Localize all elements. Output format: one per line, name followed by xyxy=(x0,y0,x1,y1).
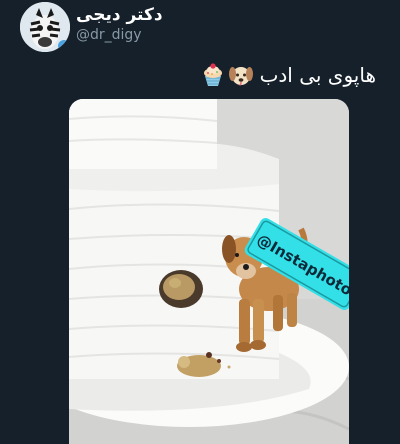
tweet-header: دکتر دیجی @dr_digy xyxy=(0,0,400,52)
avatar[interactable] xyxy=(20,2,70,52)
zebra-avatar-icon xyxy=(20,2,70,52)
cupcake-emoji-icon xyxy=(203,63,222,86)
author-display-name[interactable]: دکتر دیجی xyxy=(76,5,163,25)
tweet-text: هاپوی بی ادب xyxy=(200,58,376,92)
tweet-media-photo[interactable]: @Instaphoto xyxy=(69,99,349,444)
tweet-text-body: هاپوی بی ادب xyxy=(259,63,376,87)
author-handle[interactable]: @dr_digy xyxy=(76,27,142,43)
dog-face-emoji-icon xyxy=(228,67,253,86)
